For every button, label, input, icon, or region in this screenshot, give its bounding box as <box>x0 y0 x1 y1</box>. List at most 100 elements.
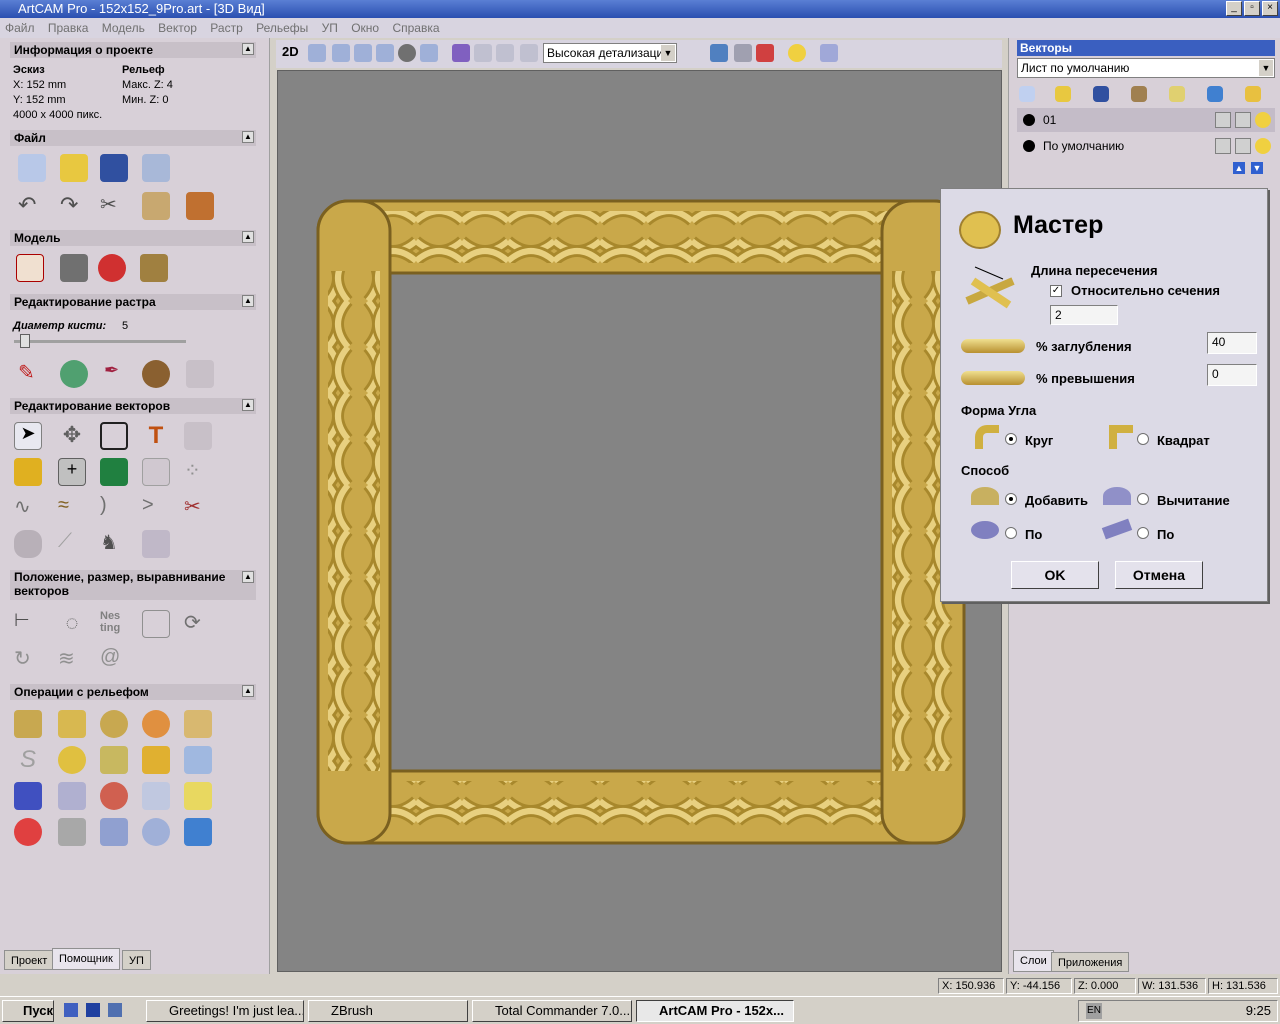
task-browser[interactable]: Greetings! I'm just lea... <box>146 1000 304 1022</box>
wrap-icon[interactable]: ≋ <box>58 646 86 674</box>
grid-icon[interactable] <box>142 458 170 486</box>
mirror-icon[interactable]: ♞ <box>100 530 128 558</box>
relief-ops-section-header[interactable]: Операции с рельефом ▲ <box>10 684 256 700</box>
move-down-icon[interactable]: ▼ <box>1251 162 1263 174</box>
model-settings-icon[interactable] <box>142 154 170 182</box>
menu-toolpaths[interactable]: УП <box>322 21 338 35</box>
sphere-icon[interactable] <box>142 818 170 846</box>
menu-reliefs[interactable]: Рельефы <box>256 21 308 35</box>
project-info-header[interactable]: Информация о проекте ▲ <box>10 42 256 58</box>
raster-section-header[interactable]: Редактирование растра ▲ <box>10 294 256 310</box>
iso-view-icon[interactable] <box>452 44 470 62</box>
visibility-icon[interactable] <box>1255 112 1271 128</box>
relative-checkbox[interactable]: ✓ <box>1050 285 1062 297</box>
import-image-icon[interactable] <box>16 254 44 282</box>
add-radio[interactable] <box>1005 493 1017 505</box>
paste-icon[interactable] <box>186 192 214 220</box>
zoom-out-icon[interactable] <box>376 44 394 62</box>
select-arrow-icon[interactable]: ➤ <box>14 422 42 450</box>
trim-icon[interactable]: ✂ <box>184 494 212 522</box>
lock-icon[interactable] <box>184 746 212 774</box>
side-view-icon[interactable] <box>496 44 514 62</box>
tab-assistant[interactable]: Помощник <box>52 948 120 970</box>
chevron-down-icon[interactable]: ▼ <box>661 45 675 61</box>
by-low-radio[interactable] <box>1137 527 1149 539</box>
axes-icon[interactable] <box>756 44 774 62</box>
texture-icon[interactable] <box>142 782 170 810</box>
layer-row[interactable]: 01 <box>1017 108 1275 132</box>
zoom-in-icon[interactable] <box>354 44 372 62</box>
plane-icon[interactable] <box>100 818 128 846</box>
view-2d-button[interactable]: 2D <box>282 44 299 59</box>
save-quicklaunch-icon[interactable] <box>86 1003 100 1017</box>
circle-dots-icon[interactable]: ◌ <box>58 610 86 638</box>
top-view-icon[interactable] <box>520 44 538 62</box>
file-section-header[interactable]: Файл ▲ <box>10 130 256 146</box>
spiral-icon[interactable]: @ <box>100 646 128 674</box>
minimize-button[interactable]: _ <box>1226 1 1242 16</box>
fill-icon[interactable] <box>60 360 88 388</box>
front-view-icon[interactable] <box>474 44 492 62</box>
corner-square-radio[interactable] <box>1137 433 1149 445</box>
start-button[interactable]: Пуск <box>2 1000 54 1022</box>
pan-icon[interactable] <box>332 44 350 62</box>
lightbulb-icon[interactable] <box>788 44 806 62</box>
subtract-radio[interactable] <box>1137 493 1149 505</box>
brush-slider-track[interactable] <box>14 340 186 343</box>
align-icon[interactable]: ⊢ <box>14 610 42 638</box>
close-button[interactable]: × <box>1262 1 1278 16</box>
tab-project[interactable]: Проект <box>4 950 55 970</box>
delete-layer-icon[interactable] <box>1207 86 1223 102</box>
cut-icon[interactable]: ✂ <box>100 192 128 220</box>
new-layer-icon[interactable] <box>1019 86 1035 102</box>
position-section-header[interactable]: Положение, размер, выравнивание векторов… <box>10 570 256 600</box>
colour-icon[interactable] <box>98 254 126 282</box>
task-total-commander[interactable]: Total Commander 7.0... <box>472 1000 632 1022</box>
copy-layer-icon[interactable] <box>1131 86 1147 102</box>
pipette-icon[interactable]: ✒ <box>104 360 132 388</box>
menu-file[interactable]: Файл <box>5 21 35 35</box>
bulb-layer-icon[interactable] <box>1169 86 1185 102</box>
visibility-icon[interactable] <box>1255 138 1271 154</box>
corner-circle-radio[interactable] <box>1005 433 1017 445</box>
add-vector-icon[interactable]: + <box>58 458 86 486</box>
shape-editor-icon[interactable] <box>14 710 42 738</box>
measure-icon[interactable] <box>14 458 42 486</box>
rectangle-icon[interactable] <box>100 422 128 450</box>
sheet-select[interactable]: Лист по умолчанию ▼ <box>1017 58 1275 78</box>
lock-icon[interactable] <box>1215 112 1231 128</box>
open-layer-icon[interactable] <box>1055 86 1071 102</box>
pen-icon[interactable] <box>1235 112 1251 128</box>
palette-icon[interactable] <box>142 360 170 388</box>
bend-icon[interactable] <box>58 818 86 846</box>
fillet-icon[interactable] <box>142 530 170 558</box>
two-rail-icon[interactable] <box>184 710 212 738</box>
mushroom-icon[interactable] <box>14 818 42 846</box>
relative-value-field[interactable]: 2 <box>1050 305 1118 325</box>
chevron-down-icon[interactable]: ▼ <box>1259 60 1273 76</box>
excess-value-field[interactable]: 0 <box>1207 364 1257 386</box>
restore-button[interactable]: ▫ <box>1244 1 1260 16</box>
zoom-icon[interactable] <box>398 44 416 62</box>
save-layer-icon[interactable] <box>1093 86 1109 102</box>
join-icon[interactable]: ⟳ <box>184 610 212 638</box>
model-section-header[interactable]: Модель ▲ <box>10 230 256 246</box>
menu-window[interactable]: Окно <box>351 21 379 35</box>
curve-icon[interactable]: ∿ <box>14 494 42 522</box>
task-zbrush[interactable]: ZBrush <box>308 1000 468 1022</box>
wave-icon[interactable]: ≈ <box>58 494 86 522</box>
tab-layers[interactable]: Слои <box>1013 950 1054 972</box>
vector-grid-icon[interactable] <box>100 458 128 486</box>
extrude-relief-icon[interactable] <box>58 710 86 738</box>
weave-icon[interactable] <box>58 746 86 774</box>
transform-icon[interactable]: ✥ <box>58 422 86 450</box>
node-edit-icon[interactable] <box>184 422 212 450</box>
depth-value-field[interactable]: 40 <box>1207 332 1257 354</box>
menu-help[interactable]: Справка <box>392 21 439 35</box>
vectors-section-header[interactable]: Редактирование векторов ▲ <box>10 398 256 414</box>
text-icon[interactable]: T <box>142 422 170 450</box>
desktop-icon[interactable] <box>108 1003 122 1017</box>
new-file-icon[interactable] <box>18 154 46 182</box>
menu-vector[interactable]: Вектор <box>158 21 197 35</box>
block-copy-icon[interactable] <box>142 610 170 638</box>
